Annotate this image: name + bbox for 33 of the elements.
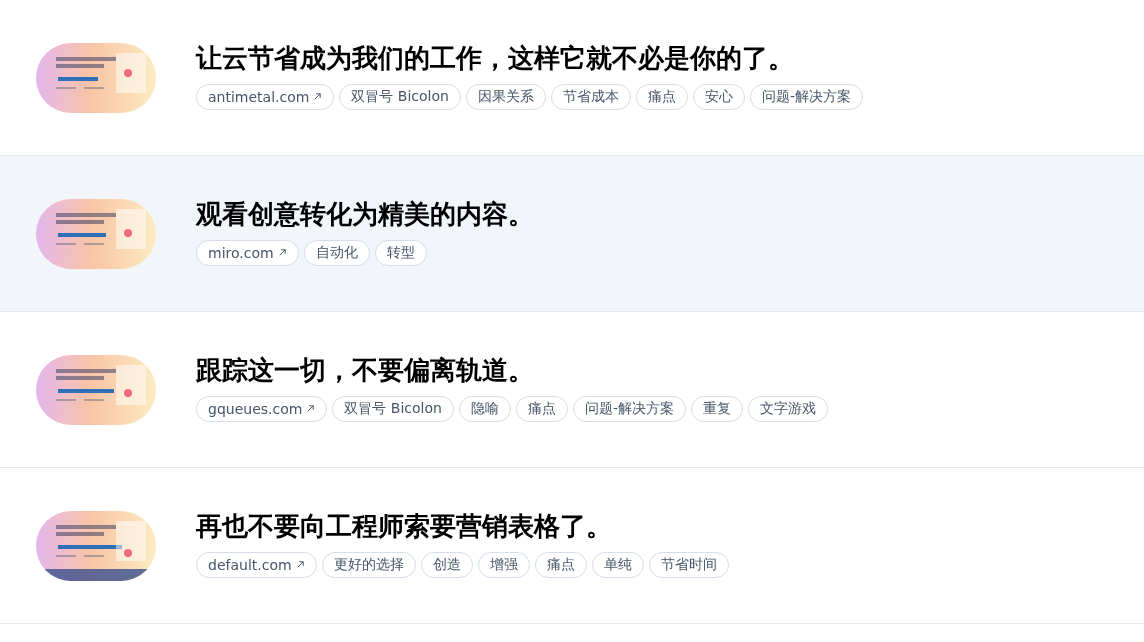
tag[interactable]: 节省时间 (648, 551, 729, 578)
tag[interactable]: 双冒号 Bicolon (339, 83, 461, 110)
row-title: 让云节省成为我们的工作，这样它就不必是你的了。 (196, 41, 795, 75)
tag[interactable]: 重复 (691, 395, 743, 422)
tag[interactable]: 增强 (477, 551, 530, 578)
tag[interactable]: 双冒号 Bicolon (332, 395, 454, 422)
tag[interactable]: 隐喻 (458, 395, 511, 422)
tag[interactable]: 问题-解决方案 (749, 83, 863, 110)
tag[interactable]: 痛点 (635, 83, 688, 110)
tag[interactable]: 因果关系 (465, 83, 546, 110)
tag[interactable]: 问题-解决方案 (572, 395, 686, 422)
list-row[interactable]: 观看创意转化为精美的内容。 miro.com 自动化 转型 (0, 156, 1144, 312)
tag[interactable]: 自动化 (303, 239, 370, 266)
row-title: 再也不要向工程师索要营销表格了。 (196, 509, 613, 543)
row-title: 跟踪这一切，不要偏离轨道。 (196, 353, 535, 387)
row-title: 观看创意转化为精美的内容。 (196, 197, 534, 231)
tag[interactable]: 创造 (420, 551, 473, 578)
external-link-icon (277, 248, 287, 257)
tag[interactable]: 单纯 (591, 551, 644, 578)
site-link[interactable]: miro.com (196, 239, 299, 266)
site-link[interactable]: gqueues.com (196, 395, 328, 422)
tag[interactable]: 节省成本 (550, 83, 631, 110)
external-link-icon (306, 404, 316, 413)
tag[interactable]: 转型 (374, 239, 427, 266)
external-link-icon (295, 560, 305, 569)
tag[interactable]: 文字游戏 (748, 395, 828, 422)
tag[interactable]: 痛点 (534, 551, 587, 578)
site-link[interactable]: default.com (196, 551, 317, 578)
external-link-icon (313, 92, 323, 101)
tag[interactable]: 更好的选择 (321, 551, 416, 578)
tag[interactable]: 痛点 (515, 395, 568, 422)
tag[interactable]: 安心 (692, 83, 745, 110)
site-link[interactable]: antimetal.com (196, 83, 335, 110)
